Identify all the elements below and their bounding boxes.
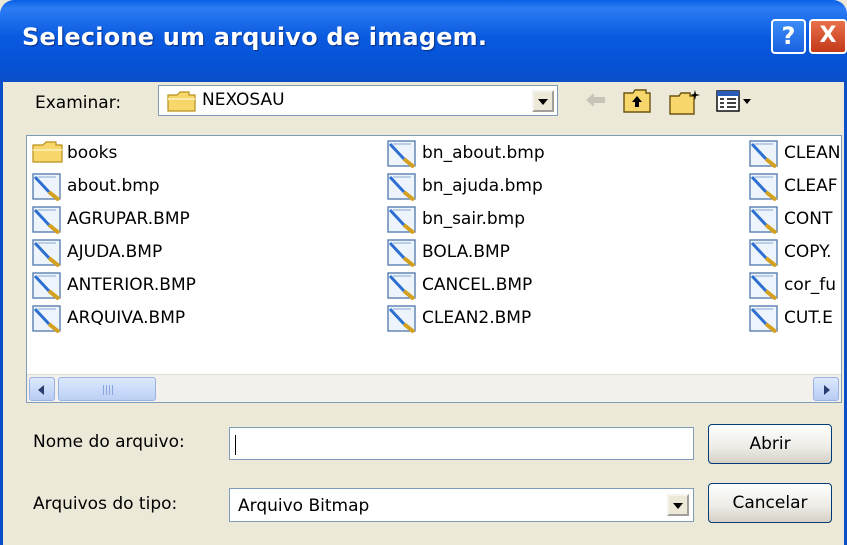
- bitmap-file-icon: [387, 272, 419, 304]
- file-name: bn_ajuda.bmp: [422, 176, 543, 196]
- file-name: CLEAF: [784, 176, 838, 196]
- file-name: ANTERIOR.BMP: [67, 275, 196, 295]
- file-name: cor_fu: [784, 275, 836, 295]
- file-name: bn_sair.bmp: [422, 209, 526, 229]
- lookin-value: NEXOSAU: [202, 90, 285, 110]
- file-name: CANCEL.BMP: [422, 275, 533, 295]
- folder-icon: [167, 91, 196, 112]
- up-folder-icon[interactable]: [622, 88, 652, 114]
- window-border-left: [0, 82, 3, 545]
- file-name: about.bmp: [67, 176, 160, 196]
- lookin-dropdown[interactable]: NEXOSAU: [158, 85, 558, 116]
- file-name: CUT.E: [784, 308, 833, 328]
- bitmap-file-icon: [387, 173, 419, 205]
- text-caret: [235, 435, 236, 455]
- filename-input[interactable]: [229, 427, 694, 460]
- open-button-label: Abrir: [749, 434, 791, 454]
- file-name: CLEAN: [784, 143, 841, 163]
- lookin-dropdown-arrow[interactable]: [532, 90, 554, 112]
- bitmap-file-icon: [749, 173, 781, 205]
- close-button[interactable]: X: [809, 19, 847, 54]
- bitmap-file-icon: [749, 272, 781, 304]
- close-icon: X: [819, 23, 837, 48]
- file-name: COPY.: [784, 242, 832, 262]
- file-list[interactable]: books about.bmp AGRUPAR.BMP AJUDA.BMP ANTERI…: [26, 135, 842, 403]
- file-name: ARQUIVA.BMP: [67, 308, 186, 328]
- new-folder-icon[interactable]: [668, 88, 702, 116]
- bitmap-file-icon: [749, 305, 781, 337]
- file-name: books: [67, 143, 118, 163]
- bitmap-file-icon: [32, 305, 64, 337]
- bitmap-file-icon: [387, 239, 419, 271]
- bitmap-file-icon: [387, 140, 419, 172]
- folder-icon: [32, 140, 64, 168]
- cancel-button-label: Cancelar: [732, 493, 808, 513]
- scroll-thumb[interactable]: [58, 377, 156, 401]
- open-button[interactable]: Abrir: [708, 424, 832, 464]
- file-name: AGRUPAR.BMP: [67, 209, 190, 229]
- scroll-right-button[interactable]: [813, 377, 839, 401]
- back-arrow-icon[interactable]: [583, 88, 609, 112]
- filename-label: Nome do arquivo:: [33, 432, 185, 452]
- filetype-dropdown[interactable]: Arquivo Bitmap: [229, 488, 694, 522]
- view-menu-icon[interactable]: [715, 88, 755, 114]
- file-name: bn_about.bmp: [422, 143, 545, 163]
- window-title: Selecione um arquivo de imagem.: [22, 23, 488, 51]
- horizontal-scrollbar[interactable]: [27, 374, 841, 402]
- bitmap-file-icon: [749, 140, 781, 172]
- bitmap-file-icon: [749, 239, 781, 271]
- bitmap-file-icon: [749, 206, 781, 238]
- filetype-value: Arquivo Bitmap: [238, 496, 370, 516]
- file-name: CONT: [784, 209, 833, 229]
- help-icon: ?: [781, 22, 796, 50]
- filetype-label: Arquivos do tipo:: [33, 494, 178, 514]
- lookin-label: Examinar:: [35, 93, 122, 113]
- bitmap-file-icon: [32, 206, 64, 238]
- cancel-button[interactable]: Cancelar: [708, 483, 832, 523]
- bitmap-file-icon: [32, 239, 64, 271]
- bitmap-file-icon: [32, 272, 64, 304]
- bitmap-file-icon: [387, 305, 419, 337]
- file-name: BOLA.BMP: [422, 242, 510, 262]
- help-button[interactable]: ?: [771, 19, 806, 54]
- bitmap-file-icon: [387, 206, 419, 238]
- scroll-grip-icon: [103, 385, 113, 395]
- bitmap-file-icon: [32, 173, 64, 205]
- scroll-left-button[interactable]: [29, 377, 55, 401]
- title-bar: Selecione um arquivo de imagem. ? X: [0, 0, 847, 82]
- file-name: AJUDA.BMP: [67, 242, 163, 262]
- file-name: CLEAN2.BMP: [422, 308, 532, 328]
- filetype-dropdown-arrow[interactable]: [667, 494, 689, 516]
